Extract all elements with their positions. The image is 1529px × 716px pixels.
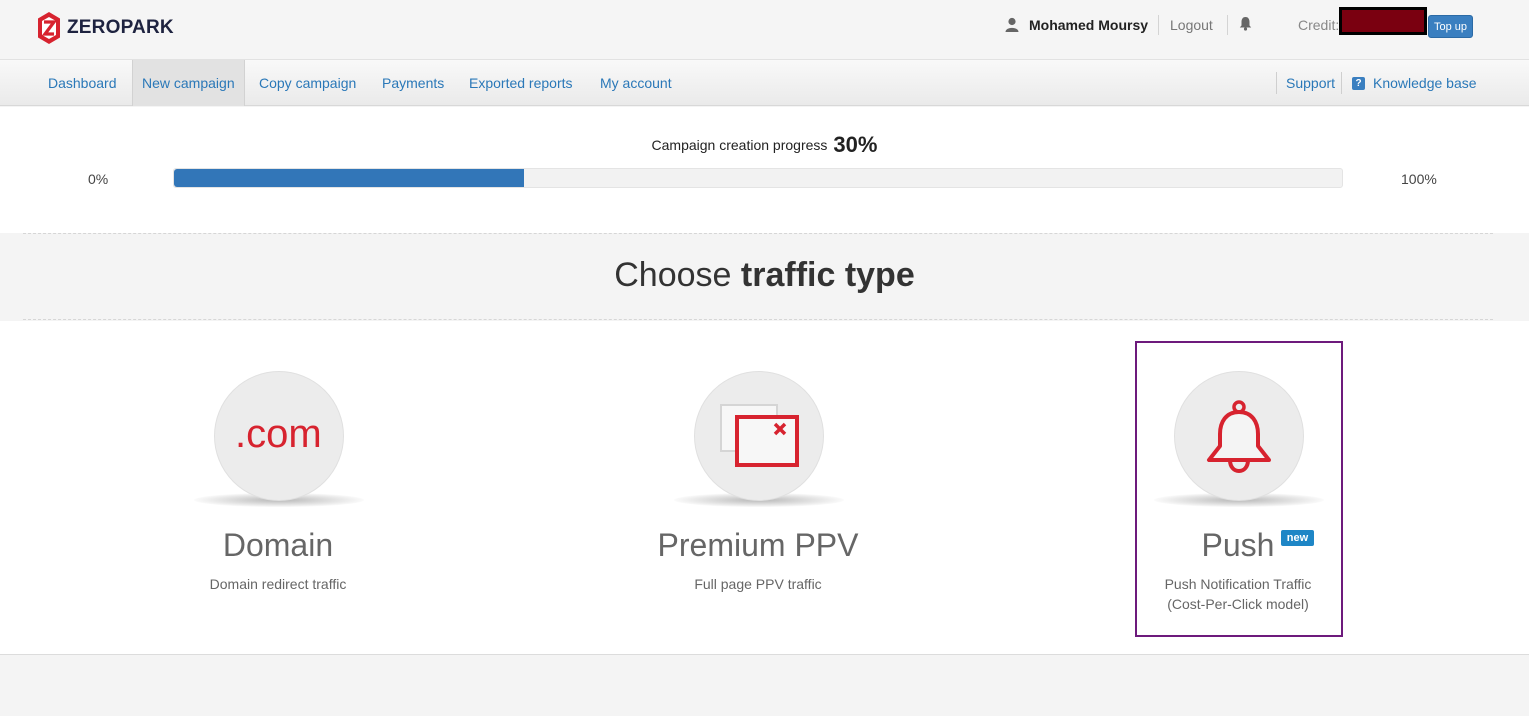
- credit-label: Credit:: [1298, 17, 1340, 33]
- progress-bar: [173, 168, 1343, 188]
- progress-label: Campaign creation progress: [651, 137, 828, 153]
- nav-payments[interactable]: Payments: [382, 60, 444, 106]
- title-prefix: Choose: [614, 256, 732, 294]
- top-header: ZEROPARK Mohamed Moursy Logout Credit: T…: [0, 0, 1529, 60]
- nav-support[interactable]: Support: [1286, 60, 1335, 106]
- ppv-description: Full page PPV traffic: [694, 576, 822, 592]
- nav-exported-reports[interactable]: Exported reports: [469, 60, 573, 106]
- com-icon-text: .com: [235, 412, 322, 456]
- footer-area: [0, 656, 1529, 716]
- nav-my-account[interactable]: My account: [600, 60, 672, 106]
- nav-divider: [1341, 72, 1342, 94]
- nav-copy-campaign[interactable]: Copy campaign: [259, 60, 356, 106]
- question-icon: ?: [1352, 76, 1365, 90]
- page-title: Choose traffic type: [0, 256, 1529, 295]
- progress-bar-fill: [174, 169, 525, 187]
- progress-start-label: 0%: [88, 171, 109, 187]
- divider: [23, 319, 1493, 320]
- popup-window-icon: [720, 404, 799, 467]
- knowledge-base-label: Knowledge base: [1373, 75, 1477, 91]
- header-divider: [1158, 15, 1159, 35]
- nav-divider: [1276, 72, 1277, 94]
- progress-percent: 30%: [833, 132, 878, 157]
- domain-description: Domain redirect traffic: [209, 576, 347, 592]
- notifications-bell-icon[interactable]: [1239, 16, 1252, 31]
- nav-new-campaign[interactable]: New campaign: [132, 60, 245, 106]
- progress-end-label: 100%: [1401, 171, 1437, 187]
- username[interactable]: Mohamed Moursy: [1029, 17, 1148, 33]
- domain-title: Domain: [222, 527, 334, 563]
- ppv-title: Premium PPV: [657, 527, 859, 563]
- zeropark-logo-icon: [38, 12, 60, 44]
- logout-link[interactable]: Logout: [1170, 17, 1213, 33]
- logo-text: ZEROPARK: [67, 17, 174, 38]
- title-bold: traffic type: [740, 256, 915, 294]
- selected-option-highlight: [1135, 341, 1343, 637]
- top-up-button[interactable]: Top up: [1428, 15, 1473, 38]
- nav-knowledge-base[interactable]: ? Knowledge base: [1352, 60, 1477, 106]
- divider: [23, 233, 1493, 234]
- progress-title: Campaign creation progress 30%: [0, 132, 1529, 158]
- com-icon: .com: [235, 412, 322, 456]
- zeropark-logo[interactable]: ZEROPARK: [37, 10, 174, 46]
- header-divider: [1227, 15, 1228, 35]
- main-nav: Dashboard New campaign Copy campaign Pay…: [0, 60, 1529, 106]
- credit-value-redacted: [1339, 7, 1427, 35]
- nav-dashboard[interactable]: Dashboard: [48, 60, 117, 106]
- user-icon: [1005, 17, 1019, 32]
